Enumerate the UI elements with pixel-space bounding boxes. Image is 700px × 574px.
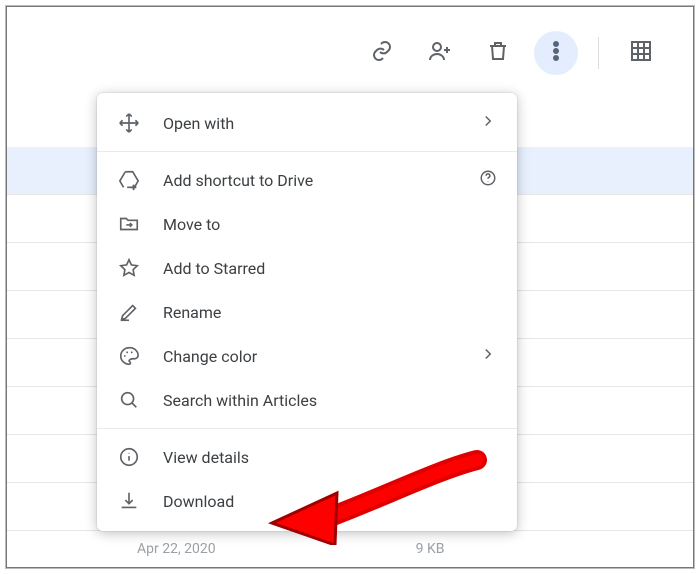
trash-icon — [486, 39, 510, 67]
menu-item-label: Open with — [163, 114, 497, 133]
file-row-info: Apr 22, 2020 9 KB — [7, 541, 693, 557]
chevron-right-icon — [479, 112, 497, 134]
remove-button[interactable] — [476, 31, 520, 75]
menu-separator — [97, 428, 517, 429]
toolbar-divider — [598, 37, 599, 69]
menu-item-label: Rename — [163, 303, 497, 322]
help-icon[interactable] — [479, 169, 497, 191]
chevron-right-icon — [479, 345, 497, 367]
pencil-icon — [117, 300, 141, 324]
menu-item-label: Change color — [163, 347, 497, 366]
more-actions-button[interactable] — [534, 31, 578, 75]
star-icon — [117, 256, 141, 280]
menu-item-label: View details — [163, 448, 497, 467]
menu-separator — [97, 151, 517, 152]
grid-icon — [629, 39, 653, 67]
move-arrows-icon — [117, 111, 141, 135]
menu-item-change-color[interactable]: Change color — [97, 334, 517, 378]
share-button[interactable] — [418, 31, 462, 75]
menu-item-open-with[interactable]: Open with — [97, 101, 517, 145]
file-date: Apr 22, 2020 — [137, 541, 216, 557]
menu-item-label: Search within Articles — [163, 391, 497, 410]
menu-item-move-to[interactable]: Move to — [97, 202, 517, 246]
menu-item-search-within[interactable]: Search within Articles — [97, 378, 517, 422]
menu-item-label: Download — [163, 492, 497, 511]
menu-item-label: Move to — [163, 215, 497, 234]
get-link-button[interactable] — [360, 31, 404, 75]
person-add-icon — [428, 39, 452, 67]
context-menu: Open with Add shortcut to Drive Move to — [97, 93, 517, 531]
menu-item-view-details[interactable]: View details — [97, 435, 517, 479]
folder-move-icon — [117, 212, 141, 236]
menu-item-add-starred[interactable]: Add to Starred — [97, 246, 517, 290]
menu-item-rename[interactable]: Rename — [97, 290, 517, 334]
palette-icon — [117, 344, 141, 368]
menu-item-download[interactable]: Download — [97, 479, 517, 523]
download-icon — [117, 489, 141, 513]
file-size: 9 KB — [416, 541, 445, 557]
drive-add-icon — [117, 168, 141, 192]
action-toolbar — [360, 31, 663, 75]
info-icon — [117, 445, 141, 469]
grid-view-button[interactable] — [619, 31, 663, 75]
menu-item-add-shortcut[interactable]: Add shortcut to Drive — [97, 158, 517, 202]
search-icon — [117, 388, 141, 412]
link-icon — [370, 39, 394, 67]
menu-item-label: Add to Starred — [163, 259, 497, 278]
menu-item-label: Add shortcut to Drive — [163, 171, 497, 190]
more-vert-icon — [544, 39, 568, 67]
